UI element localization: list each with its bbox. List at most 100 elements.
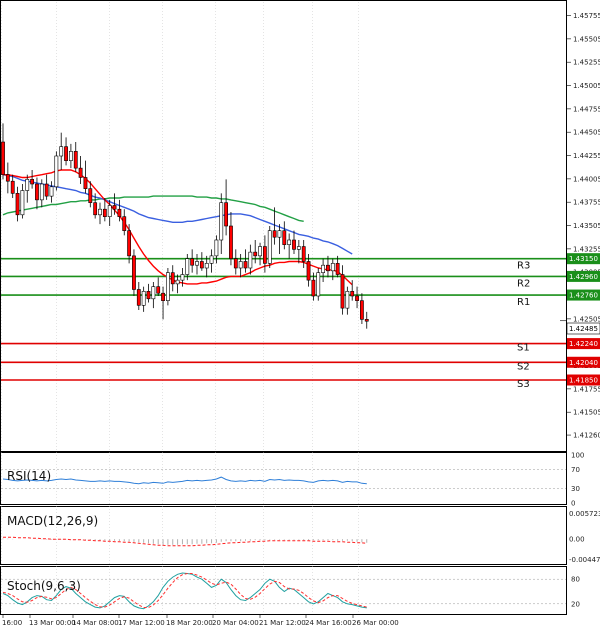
candle-body bbox=[233, 258, 238, 269]
candle-body bbox=[355, 295, 359, 301]
rsi-tick-label: 70 bbox=[571, 466, 580, 474]
candle-body bbox=[335, 263, 340, 275]
candle-body bbox=[141, 291, 146, 306]
macd-tick-label: -0.00447 bbox=[569, 556, 600, 564]
level-tag-text-r1: 1.42760 bbox=[569, 292, 598, 300]
level-label-s2: S2 bbox=[517, 361, 530, 372]
candle-body bbox=[316, 272, 321, 297]
candle-body bbox=[209, 255, 214, 264]
candle-body bbox=[83, 177, 88, 189]
candle-body bbox=[78, 167, 83, 178]
macd-label: MACD(12,26,9) bbox=[7, 514, 98, 528]
current-price-text: 1.42485 bbox=[569, 325, 598, 333]
candle-body bbox=[243, 261, 248, 269]
macd-tick-label: 0.00 bbox=[569, 536, 585, 544]
candle-body bbox=[166, 272, 170, 301]
rsi-tick-label: 100 bbox=[571, 452, 584, 460]
candle-body bbox=[49, 186, 54, 197]
time-tick-label: 13 Mar 00:00 bbox=[29, 619, 76, 627]
candle-body bbox=[345, 291, 350, 309]
level-tag-text-r3: 1.43150 bbox=[569, 255, 598, 263]
price-tick-label: 1.43255 bbox=[573, 245, 600, 253]
price-tick-label: 1.44505 bbox=[573, 129, 600, 137]
candle-body bbox=[20, 190, 25, 216]
candle-body bbox=[282, 230, 287, 245]
level-tag-text-r2: 1.42960 bbox=[569, 273, 598, 281]
candle-body bbox=[190, 258, 195, 266]
candle-body bbox=[253, 251, 258, 257]
candle-body bbox=[170, 272, 175, 285]
candle-body bbox=[122, 216, 127, 231]
candle-body bbox=[107, 205, 112, 217]
price-tick-label: 1.44255 bbox=[573, 152, 600, 160]
candle-body bbox=[146, 291, 151, 300]
candle-body bbox=[10, 180, 15, 194]
time-tick-label: 21 Mar 12:00 bbox=[259, 619, 306, 627]
candle-body bbox=[25, 179, 30, 191]
candle-body bbox=[39, 183, 44, 201]
candle-body bbox=[5, 174, 10, 182]
candle-body bbox=[117, 208, 122, 217]
candle-body bbox=[204, 263, 209, 269]
candle-body bbox=[132, 255, 136, 290]
price-tick-label: 1.41755 bbox=[573, 385, 600, 393]
candle-body bbox=[267, 230, 272, 264]
time-tick-label: 20 Mar 04:00 bbox=[212, 619, 259, 627]
candle-body bbox=[340, 274, 345, 309]
candle-body bbox=[15, 193, 20, 216]
candle-body bbox=[175, 279, 180, 285]
candle-body bbox=[69, 151, 73, 161]
candle-body bbox=[306, 261, 311, 281]
candle-body bbox=[330, 263, 335, 272]
candle-body bbox=[258, 246, 262, 257]
candle-body bbox=[311, 279, 316, 297]
time-tick-label: 18 Mar 20:00 bbox=[166, 619, 213, 627]
candle-body bbox=[151, 286, 156, 300]
candle-body bbox=[301, 246, 306, 262]
candle-body bbox=[199, 261, 204, 269]
candle-body bbox=[224, 202, 229, 227]
candle-body bbox=[64, 146, 68, 161]
price-tick-label: 1.41260 bbox=[573, 432, 600, 440]
candle-body bbox=[219, 202, 224, 241]
candle-body bbox=[1, 141, 5, 175]
stoch-tick-label: 20 bbox=[571, 600, 580, 608]
stoch-tick-label: 80 bbox=[571, 576, 580, 584]
macd-tick-label: 0.005723 bbox=[569, 510, 600, 518]
candle-body bbox=[262, 246, 267, 264]
candle-body bbox=[238, 261, 243, 269]
candle-body bbox=[248, 251, 253, 269]
level-label-r1: R1 bbox=[517, 297, 530, 308]
price-tick-label: 1.41505 bbox=[573, 409, 600, 417]
candle-body bbox=[73, 151, 78, 169]
candle-body bbox=[359, 300, 364, 320]
candle-body bbox=[161, 292, 165, 301]
candle-body bbox=[112, 205, 117, 210]
candle-body bbox=[35, 183, 39, 201]
candle-body bbox=[364, 319, 369, 322]
level-tag-text-s1: 1.42240 bbox=[569, 340, 598, 348]
candle-body bbox=[98, 208, 102, 216]
stoch-label: Stoch(9,6,3) bbox=[7, 579, 81, 593]
level-label-s1: S1 bbox=[517, 343, 530, 354]
chart-background bbox=[0, 0, 600, 629]
candle-body bbox=[185, 258, 190, 275]
candle-body bbox=[326, 264, 330, 272]
candle-body bbox=[54, 155, 59, 188]
candle-body bbox=[88, 188, 93, 203]
level-tag-text-s2: 1.42040 bbox=[569, 359, 598, 367]
candle-body bbox=[292, 239, 296, 250]
price-tick-label: 1.44755 bbox=[573, 105, 600, 113]
level-label-r3: R3 bbox=[517, 261, 530, 272]
candle-body bbox=[127, 230, 132, 257]
candle-body bbox=[136, 289, 141, 306]
price-tick-label: 1.43755 bbox=[573, 199, 600, 207]
candle-body bbox=[93, 202, 98, 216]
price-tick-label: 1.43505 bbox=[573, 222, 600, 230]
price-tick-label: 1.45755 bbox=[573, 12, 600, 20]
forex-chart: 1.45755 1.45505 1.45255 1.45005 1.44755 1.445… bbox=[0, 0, 600, 629]
time-tick-label: 24 Mar 16:00 bbox=[305, 619, 352, 627]
candle-body bbox=[350, 291, 355, 297]
candle-body bbox=[102, 208, 107, 217]
price-tick-label: 1.45505 bbox=[573, 35, 600, 43]
